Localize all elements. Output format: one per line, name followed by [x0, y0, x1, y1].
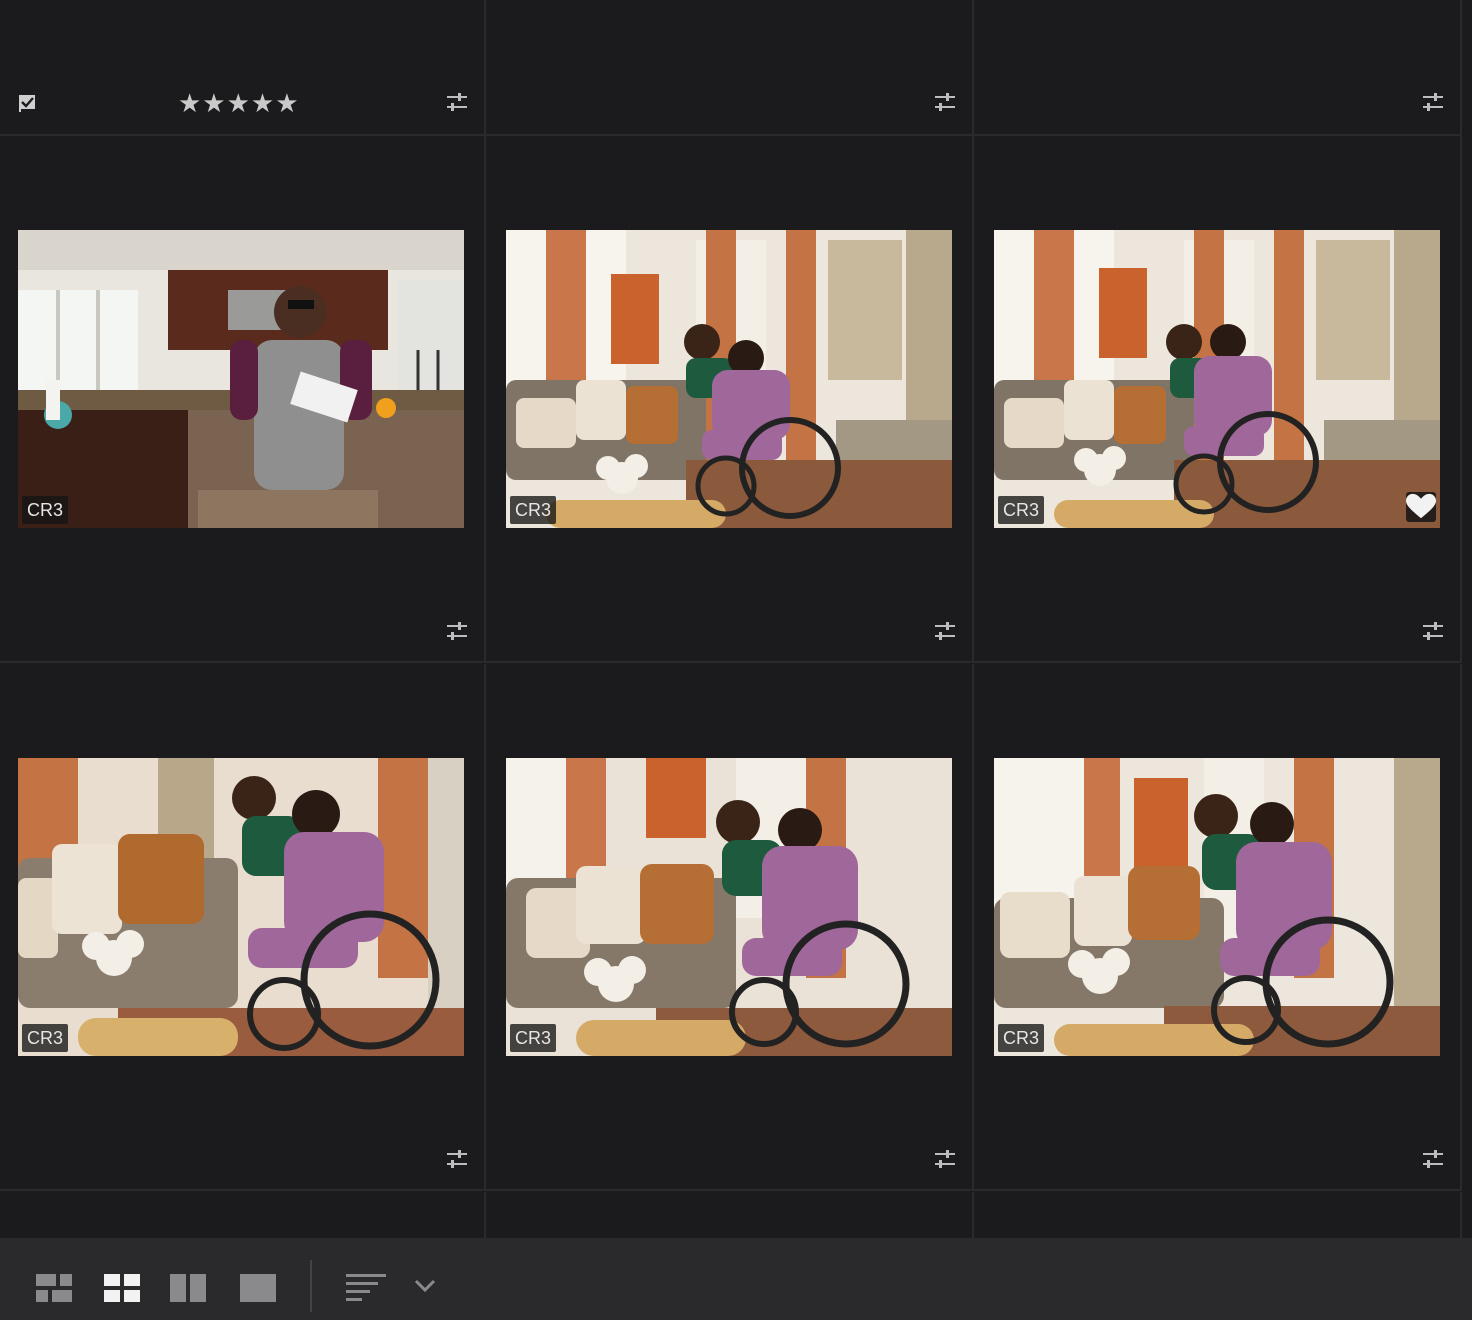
adjust-icon[interactable]	[934, 621, 956, 641]
grid-cell[interactable]: CR3	[974, 664, 1462, 1191]
living-room-photo	[506, 230, 952, 528]
adjust-icon[interactable]	[1422, 92, 1444, 112]
photo-thumbnail[interactable]: CR3	[506, 230, 952, 528]
favorite-badge[interactable]	[1406, 492, 1436, 522]
file-format-badge: CR3	[510, 496, 557, 524]
living-room-photo	[994, 230, 1440, 528]
flag-icon[interactable]	[18, 94, 38, 112]
adjust-icon[interactable]	[446, 1149, 468, 1169]
adjust-icon[interactable]	[1422, 621, 1444, 641]
photo-thumbnail[interactable]: CR3	[994, 758, 1440, 1056]
grid-cell-top-3[interactable]	[974, 0, 1462, 136]
photo-thumbnail[interactable]: CR3	[18, 230, 464, 528]
grid-cell-partial[interactable]	[974, 1192, 1462, 1238]
photo-thumbnail[interactable]: CR3	[994, 230, 1440, 528]
grid-cell[interactable]: CR3	[486, 664, 974, 1191]
photo-grid: ★★★★★ CR3 CR3 CR3 CR3 CR3 CR3	[0, 0, 1472, 1238]
adjust-icon[interactable]	[934, 1149, 956, 1169]
detail-icon[interactable]	[240, 1274, 276, 1302]
toolbar-divider	[310, 1260, 312, 1312]
grid-cell-top-1[interactable]: ★★★★★	[0, 0, 486, 136]
file-format-badge: CR3	[998, 1024, 1045, 1052]
grid-cell[interactable]: CR3	[0, 664, 486, 1191]
adjust-icon[interactable]	[446, 621, 468, 641]
living-room-photo	[506, 758, 952, 1056]
adjust-icon[interactable]	[446, 92, 468, 112]
living-room-photo	[18, 758, 464, 1056]
grid-cell[interactable]: CR3	[486, 136, 974, 663]
chevron-down-icon[interactable]	[414, 1278, 436, 1294]
sort-icon[interactable]	[346, 1274, 386, 1302]
living-room-photo	[994, 758, 1440, 1056]
file-format-badge: CR3	[510, 1024, 557, 1052]
grid-cell[interactable]: CR3	[0, 136, 486, 663]
kitchen-photo	[18, 230, 464, 528]
photo-thumbnail[interactable]: CR3	[506, 758, 952, 1056]
photo-thumbnail[interactable]: CR3	[18, 758, 464, 1056]
adjust-icon[interactable]	[1422, 1149, 1444, 1169]
file-format-badge: CR3	[998, 496, 1045, 524]
grid-cell-partial[interactable]	[0, 1192, 486, 1238]
grid-cell-top-2[interactable]	[486, 0, 974, 136]
heart-icon	[1406, 493, 1436, 519]
view-toolbar	[0, 1238, 1472, 1320]
file-format-badge: CR3	[22, 496, 69, 524]
square-grid-icon[interactable]	[36, 1274, 72, 1302]
photo-grid-icon[interactable]	[104, 1274, 140, 1302]
rating-stars[interactable]: ★★★★★	[178, 88, 300, 119]
file-format-badge: CR3	[22, 1024, 69, 1052]
grid-cell-partial[interactable]	[486, 1192, 974, 1238]
compare-icon[interactable]	[170, 1274, 206, 1302]
grid-cell[interactable]: CR3	[974, 136, 1462, 663]
adjust-icon[interactable]	[934, 92, 956, 112]
